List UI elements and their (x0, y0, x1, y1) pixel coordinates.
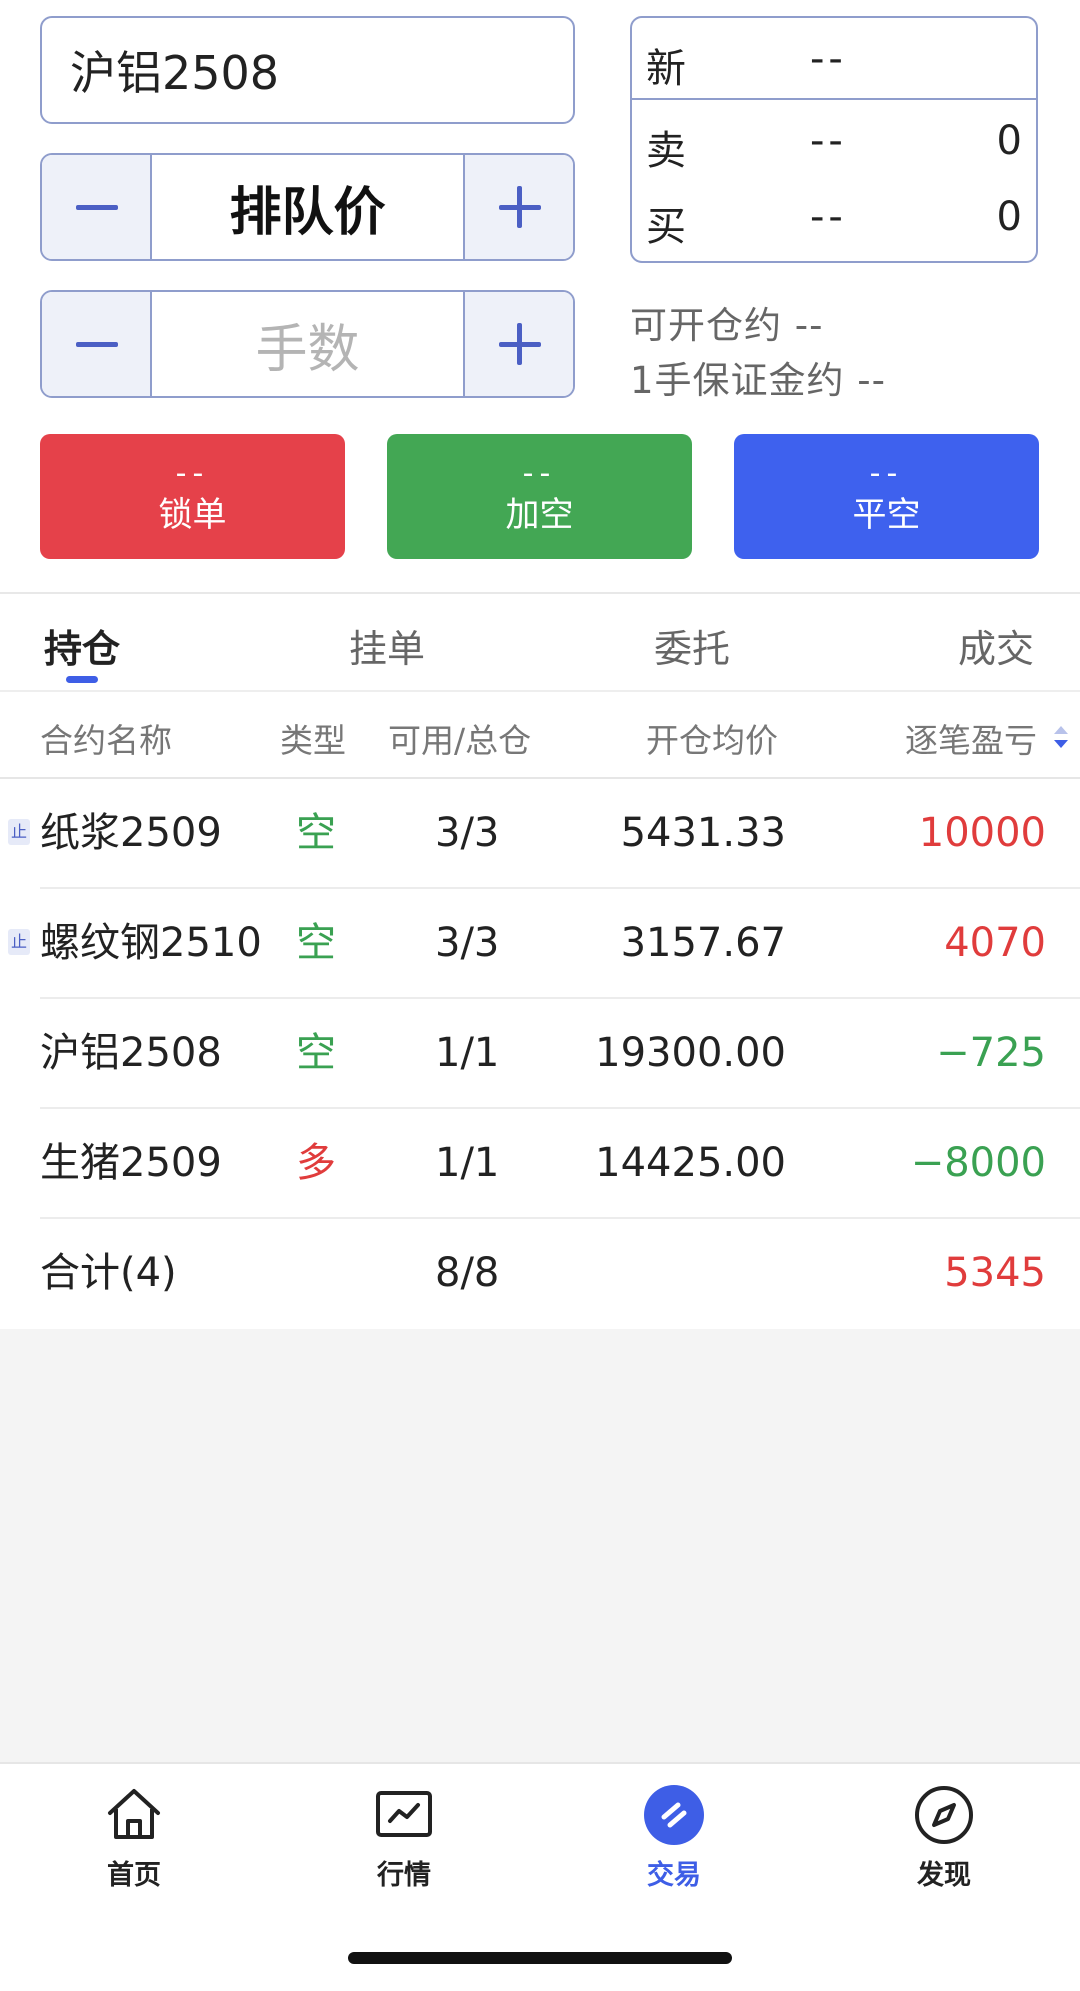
position-qty: 3/3 (435, 920, 500, 966)
pnl-value: −725 (936, 1030, 1046, 1076)
total-pnl: 5345 (944, 1250, 1046, 1296)
price-mode-field[interactable]: 排队价 (152, 155, 463, 259)
pnl-value: 10000 (918, 810, 1046, 856)
tabs-divider (0, 690, 1080, 692)
close-short-button[interactable]: -- 平空 (734, 434, 1039, 559)
section-divider (0, 592, 1080, 594)
contract-input[interactable]: 沪铝2508 (40, 16, 575, 124)
total-qty: 8/8 (435, 1250, 500, 1296)
table-row[interactable]: 止 螺纹钢2510 空 3/3 3157.67 4070 (0, 889, 1080, 999)
lots-minus-button[interactable] (42, 292, 152, 396)
contract-name: 生猪2509 (40, 1140, 222, 1186)
pnl-value: −8000 (910, 1140, 1046, 1186)
tab-positions[interactable]: 持仓 (44, 618, 120, 673)
contract-name: 螺纹钢2510 (40, 920, 262, 966)
contract-name: 纸浆2509 (40, 810, 222, 856)
col-header-contract: 合约名称 (40, 721, 172, 760)
compass-icon (915, 1786, 973, 1844)
col-header-qty: 可用/总仓 (388, 721, 532, 760)
minus-icon (76, 205, 118, 210)
nav-discover[interactable]: 发现 (864, 1783, 1024, 1893)
home-icon (108, 1789, 160, 1839)
sort-icon[interactable] (1052, 724, 1070, 750)
price-minus-button[interactable] (42, 155, 152, 259)
stop-badge: 止 (8, 929, 30, 955)
home-indicator (348, 1952, 732, 1964)
nav-market[interactable]: 行情 (324, 1783, 484, 1893)
total-label: 合计(4) (40, 1250, 177, 1296)
avg-price: 19300.00 (595, 1030, 786, 1076)
stop-badge: 止 (8, 819, 30, 845)
position-qty: 3/3 (435, 810, 500, 856)
avg-price: 5431.33 (620, 810, 786, 856)
lots-stepper: 手数 (40, 290, 575, 398)
tab-orders[interactable]: 委托 (654, 618, 730, 673)
pnl-value: 4070 (944, 920, 1046, 966)
margin-per-lot-text: 1手保证金约 -- (630, 359, 887, 402)
tab-trades[interactable]: 成交 (958, 618, 1034, 673)
table-row[interactable]: 生猪2509 多 1/1 14425.00 −8000 (0, 1109, 1080, 1219)
position-type: 空 (296, 810, 336, 856)
col-header-type: 类型 (280, 721, 346, 760)
price-stepper: 排队价 (40, 153, 575, 261)
position-type: 空 (296, 1030, 336, 1076)
table-row[interactable]: 沪铝2508 空 1/1 19300.00 −725 (0, 999, 1080, 1109)
avg-price: 3157.67 (620, 920, 786, 966)
price-plus-button[interactable] (463, 155, 573, 259)
avg-price: 14425.00 (595, 1140, 786, 1186)
nav-home[interactable]: 首页 (54, 1783, 214, 1893)
position-qty: 1/1 (435, 1030, 500, 1076)
position-type: 空 (296, 920, 336, 966)
contract-name: 沪铝2508 (40, 1030, 222, 1076)
add-short-button[interactable]: -- 加空 (387, 434, 692, 559)
quote-divider (632, 98, 1036, 100)
lots-input[interactable]: 手数 (152, 292, 463, 396)
lock-order-button[interactable]: -- 锁单 (40, 434, 345, 559)
lots-plus-button[interactable] (463, 292, 573, 396)
total-row: 合计(4) 8/8 5345 (0, 1219, 1080, 1329)
empty-area (0, 1329, 1080, 1762)
col-header-avg-price: 开仓均价 (646, 721, 778, 760)
trade-icon (644, 1785, 704, 1845)
market-chart-icon (376, 1791, 432, 1837)
open-available-text: 可开仓约 -- (630, 304, 824, 347)
active-tab-indicator (66, 676, 98, 683)
col-header-pnl[interactable]: 逐笔盈亏 (905, 714, 1037, 762)
quote-panel: 新 -- 卖 -- 0 买 -- 0 (630, 16, 1038, 263)
nav-trade[interactable]: 交易 (594, 1783, 754, 1893)
minus-icon (76, 342, 118, 347)
position-type: 多 (296, 1140, 336, 1186)
position-qty: 1/1 (435, 1140, 500, 1186)
table-row[interactable]: 止 纸浆2509 空 3/3 5431.33 10000 (0, 779, 1080, 889)
tab-pending-orders[interactable]: 挂单 (349, 618, 425, 673)
